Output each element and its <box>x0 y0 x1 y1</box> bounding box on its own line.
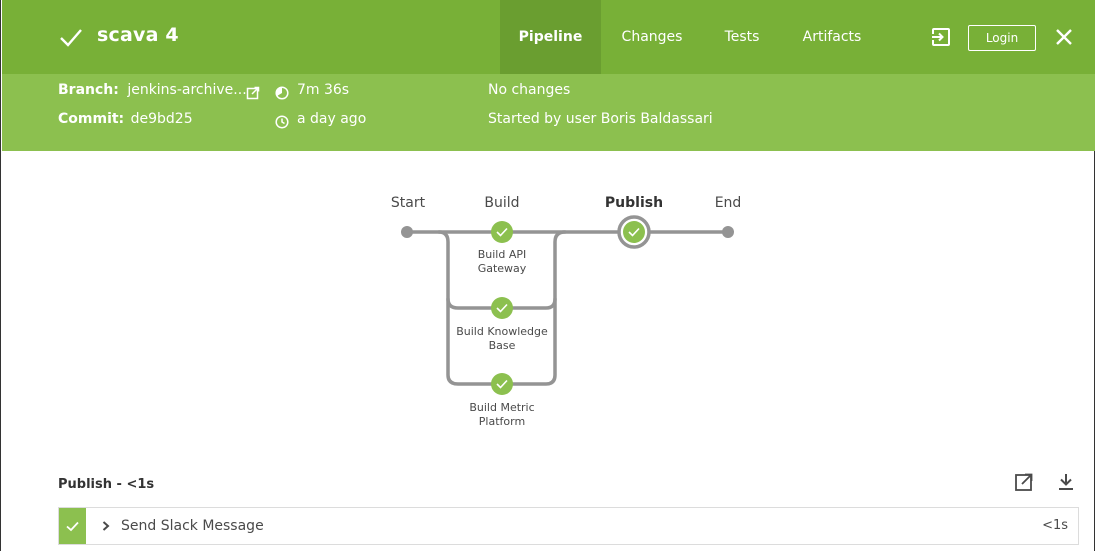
commit-value: de9bd25 <box>130 111 193 127</box>
stage-label-start: Start <box>390 195 426 211</box>
node-label-line: Base <box>488 339 516 352</box>
tab-tests[interactable]: Tests <box>713 0 771 74</box>
step-duration: <1s <box>1042 518 1068 533</box>
build-node-2[interactable] <box>491 297 513 319</box>
login-button[interactable]: Login <box>968 25 1036 51</box>
duration-icon <box>275 86 289 100</box>
build-node-3-label: Build Metric Platform <box>447 401 557 429</box>
publish-node-selected[interactable] <box>617 215 651 249</box>
changes-summary: No changes <box>488 82 571 98</box>
stage-label-end: End <box>714 195 742 211</box>
tab-artifacts[interactable]: Artifacts <box>792 0 872 74</box>
start-node <box>401 226 413 238</box>
commit-info: Commit: de9bd25 <box>58 111 193 127</box>
node-label-line: Build Metric <box>469 401 535 414</box>
chevron-right-icon[interactable] <box>100 520 112 532</box>
build-node-1-label: Build API Gateway <box>447 248 557 276</box>
end-node <box>722 226 734 238</box>
stage-label-publish: Publish <box>604 195 664 211</box>
check-icon <box>66 521 79 532</box>
build-node-1[interactable] <box>491 221 513 243</box>
open-log-icon[interactable] <box>1014 472 1034 492</box>
started-by: Started by user Boris Baldassari <box>488 111 713 127</box>
branch-info: Branch: jenkins-archive... <box>58 82 247 98</box>
run-duration: 7m 36s <box>297 82 350 98</box>
node-label-line: Build Knowledge <box>456 325 548 338</box>
node-label-line: Gateway <box>477 262 527 275</box>
step-name: Send Slack Message <box>121 518 264 534</box>
stage-label-build: Build <box>484 195 520 211</box>
step-success-indicator <box>59 508 86 544</box>
app-frame: scava 4 Pipeline Changes Tests Artifacts… <box>0 0 1095 551</box>
run-title: scava 4 <box>97 24 179 46</box>
run-time-ago: a day ago <box>297 111 367 127</box>
check-icon <box>60 29 82 47</box>
step-section-title: Publish - <1s <box>58 477 155 492</box>
close-icon[interactable] <box>1055 28 1073 46</box>
exit-icon[interactable] <box>931 27 951 47</box>
build-node-3[interactable] <box>491 373 513 395</box>
tab-changes[interactable]: Changes <box>609 0 695 74</box>
node-label-line: Platform <box>478 415 526 428</box>
node-label-line: Build API <box>477 248 527 261</box>
clock-icon <box>275 115 289 129</box>
build-node-2-label: Build Knowledge Base <box>447 325 557 353</box>
branch-label: Branch: <box>58 82 119 98</box>
tab-pipeline[interactable]: Pipeline <box>500 0 601 74</box>
external-link-icon[interactable] <box>246 86 260 100</box>
commit-label: Commit: <box>58 111 125 127</box>
step-row[interactable]: Send Slack Message <1s <box>58 507 1079 545</box>
branch-value[interactable]: jenkins-archive... <box>127 82 246 98</box>
download-icon[interactable] <box>1056 472 1076 492</box>
pipeline-graph: Start Build Publish End Build API Gatewa… <box>1 151 1095 461</box>
